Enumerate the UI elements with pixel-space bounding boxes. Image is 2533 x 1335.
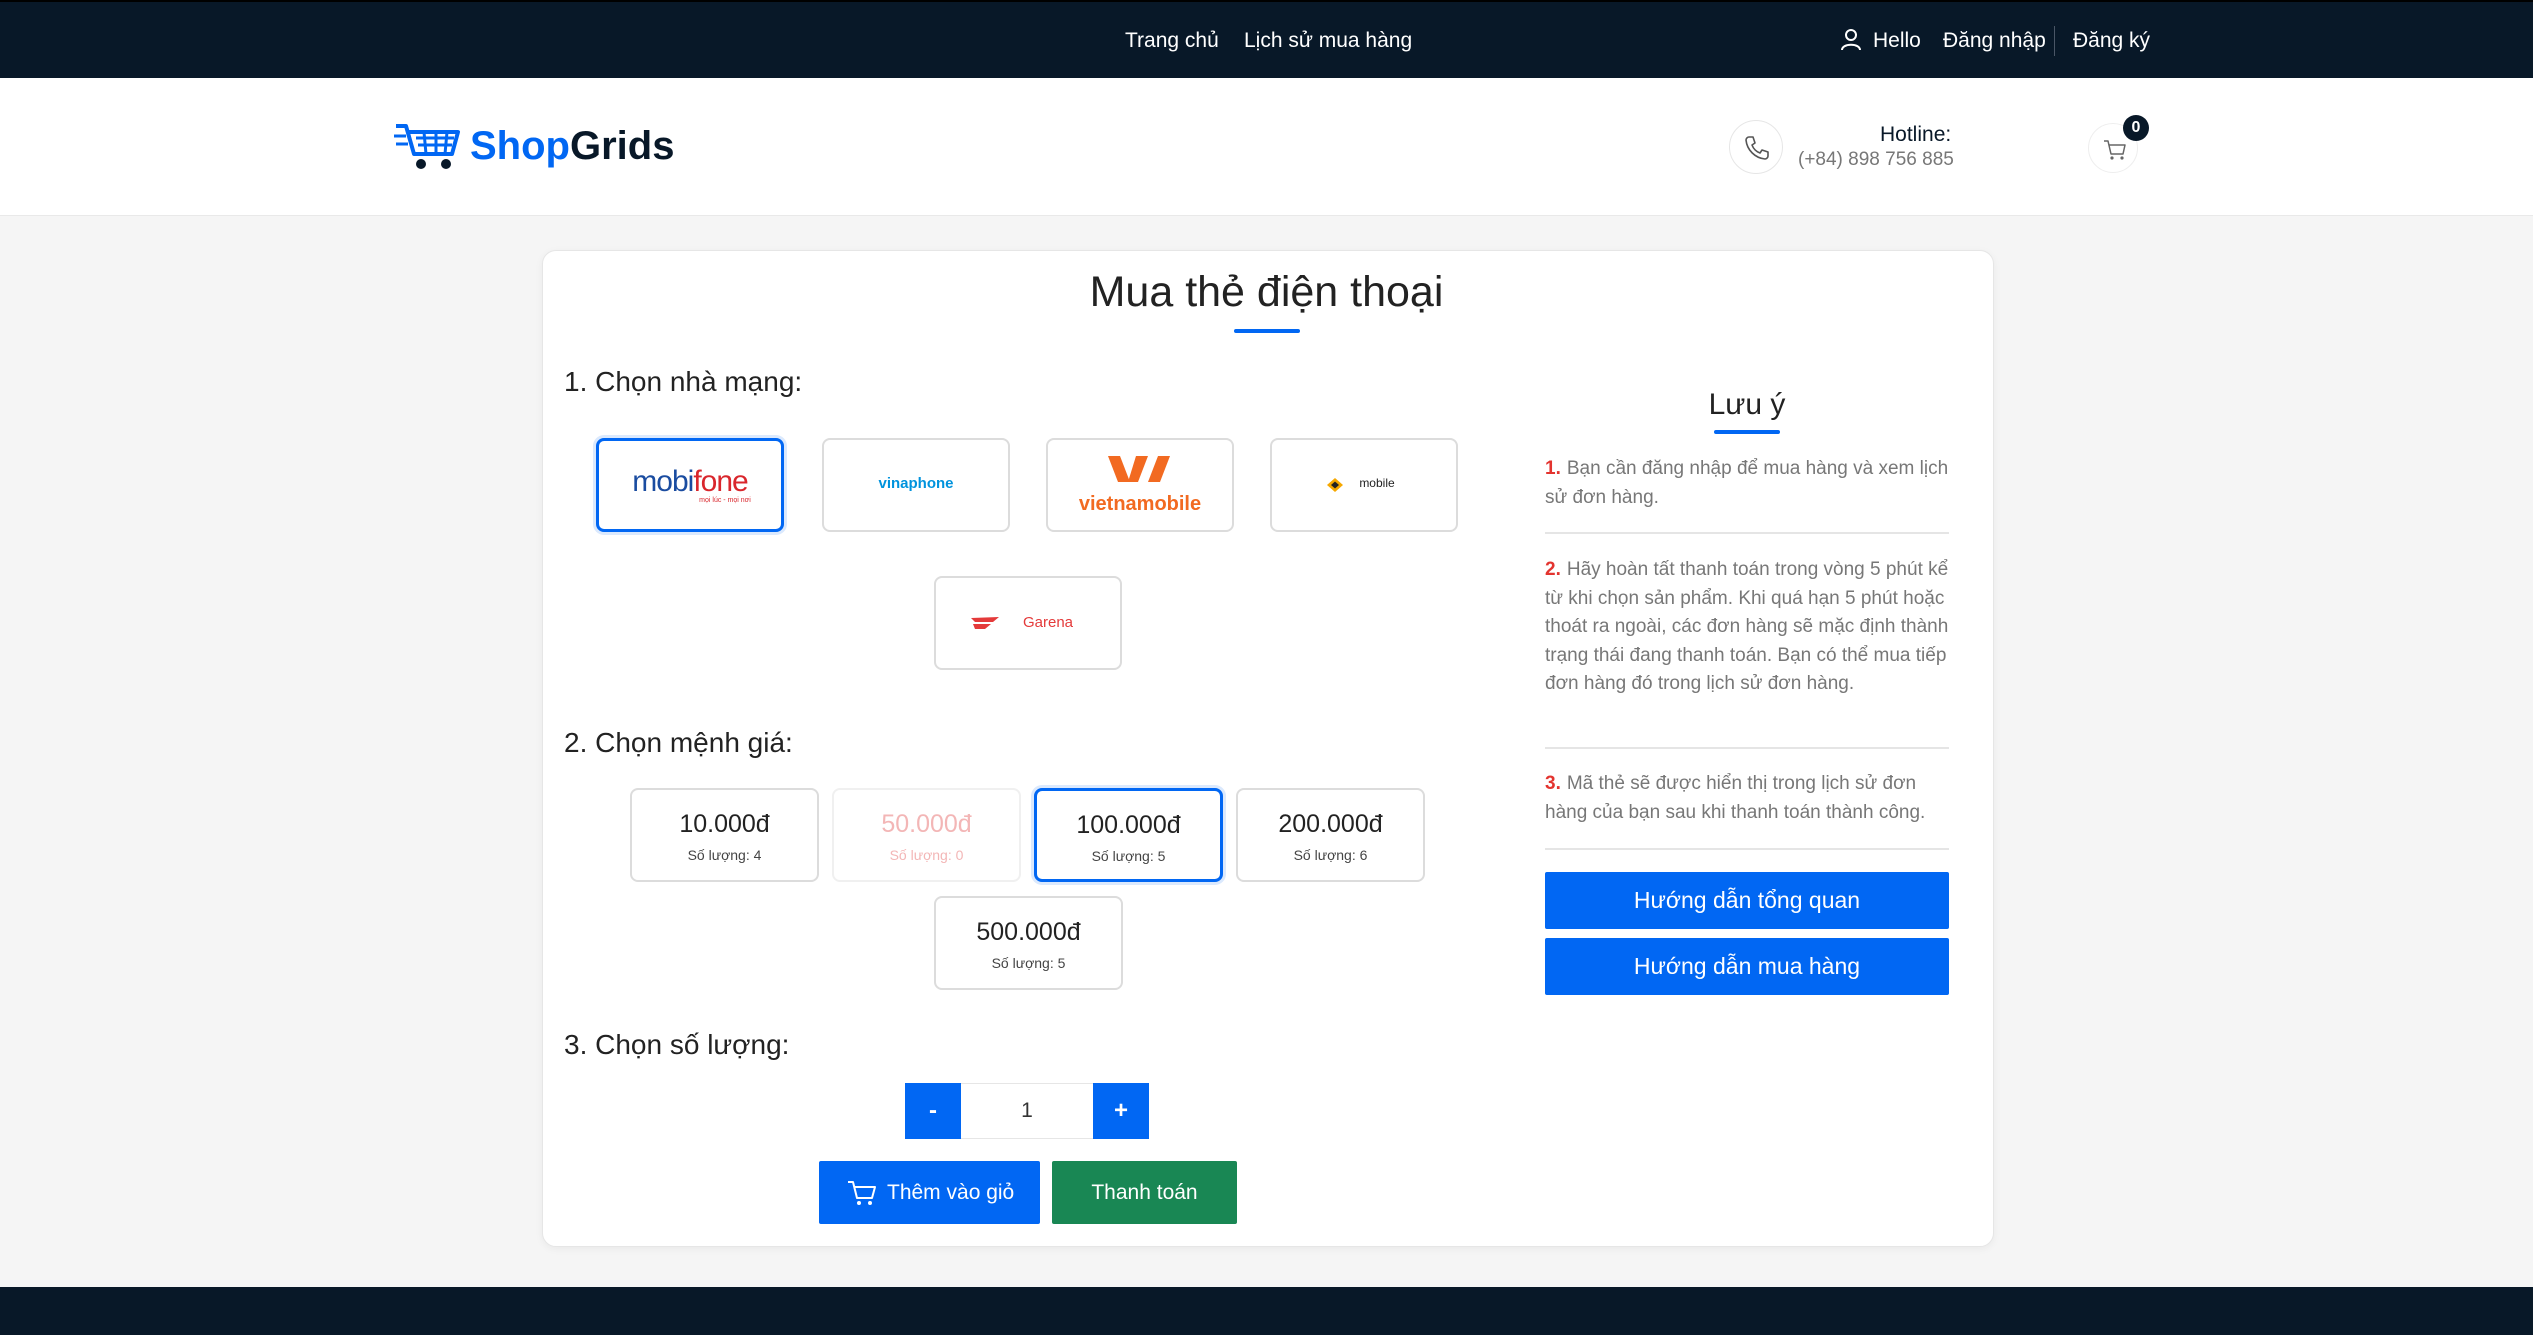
cart-icon <box>848 1181 876 1205</box>
price-amount: 100.000đ <box>1076 811 1181 839</box>
checkout-button[interactable]: Thanh toán <box>1052 1161 1237 1224</box>
cart-logo-icon[interactable] <box>394 118 464 172</box>
notes-underline <box>1714 430 1780 434</box>
add-to-cart-label: Thêm vào giỏ <box>887 1181 1015 1204</box>
note-divider <box>1545 848 1949 850</box>
note-text: Bạn cần đăng nhập để mua hàng và xem lịc… <box>1545 458 1949 508</box>
note-number: 1. <box>1545 458 1561 479</box>
network-gmobile[interactable]: mobile <box>1270 438 1458 532</box>
divider <box>2054 26 2055 56</box>
price-quantity: Số lượng: 5 <box>1091 848 1166 864</box>
note-number: 2. <box>1545 559 1561 580</box>
price-amount: 10.000đ <box>679 810 770 838</box>
hello-text: Hello <box>1873 29 1921 52</box>
title-underline <box>1234 329 1300 333</box>
note-text: Hãy hoàn tất thanh toán trong vòng 5 phú… <box>1545 559 1949 694</box>
network-mobifone[interactable]: mobifone mọi lúc - mọi nơi <box>596 438 784 532</box>
vinaphone-logo: vinaphone <box>878 475 954 492</box>
price-option-200000[interactable]: 200.000đ Số lượng: 6 <box>1236 788 1425 882</box>
note-text: Mã thẻ sẽ được hiển thị trong lịch sử đơ… <box>1545 773 1926 823</box>
register-link[interactable]: Đăng ký <box>2073 29 2150 53</box>
guide-overview-button[interactable]: Hướng dẫn tổng quan <box>1545 872 1949 929</box>
note-divider <box>1545 532 1949 534</box>
mobifone-logo: mobifone <box>632 465 748 498</box>
step3-label: 3. Chọn số lượng: <box>564 1029 790 1060</box>
step2-label: 2. Chọn mệnh giá: <box>564 727 793 758</box>
user-icon <box>1841 29 1861 51</box>
price-amount: 200.000đ <box>1278 810 1383 838</box>
vietnamobile-logo: vietnamobile <box>1078 493 1202 515</box>
garena-logo: Garena <box>1022 614 1074 631</box>
price-option-50000: 50.000đ Số lượng: 0 <box>832 788 1021 882</box>
note-number: 3. <box>1545 773 1561 794</box>
price-amount: 50.000đ <box>881 810 972 838</box>
network-vinaphone[interactable]: vinaphone <box>822 438 1010 532</box>
price-option-500000[interactable]: 500.000đ Số lượng: 5 <box>934 896 1123 990</box>
hotline-label: Hotline: <box>1880 123 1952 146</box>
top-bar: Trang chủ Lịch sử mua hàng Hello Đăng nh… <box>0 0 2533 78</box>
price-option-10000[interactable]: 10.000đ Số lượng: 4 <box>630 788 819 882</box>
logo-grids-text: Grids <box>569 124 675 168</box>
quantity-decrease-button[interactable]: - <box>905 1083 961 1139</box>
add-to-cart-button[interactable]: Thêm vào giỏ <box>819 1161 1040 1224</box>
note-item-2: 2. Hãy hoàn tất thanh toán trong vòng 5 p… <box>1545 556 1949 699</box>
note-item-3: 3. Mã thẻ sẽ được hiển thị trong lịch sử … <box>1545 770 1949 827</box>
guide-buy-button[interactable]: Hướng dẫn mua hàng <box>1545 938 1949 995</box>
quantity-input[interactable] <box>961 1083 1093 1139</box>
price-quantity: Số lượng: 0 <box>889 847 964 863</box>
price-option-100000[interactable]: 100.000đ Số lượng: 5 <box>1034 788 1223 882</box>
logo[interactable]: ShopGrids <box>470 124 674 169</box>
note-divider <box>1545 747 1949 749</box>
nav-history-link[interactable]: Lịch sử mua hàng <box>1244 29 1412 53</box>
gmobile-logo: mobile <box>1359 476 1395 490</box>
step1-label: 1. Chọn nhà mạng: <box>564 366 803 397</box>
price-amount: 500.000đ <box>976 918 1081 946</box>
mobifone-tagline: mọi lúc - mọi nơi <box>699 497 751 504</box>
hotline-number: (+84) 898 756 885 <box>1798 149 1954 170</box>
nav-home-link[interactable]: Trang chủ <box>1125 29 1219 53</box>
login-link[interactable]: Đăng nhập <box>1943 29 2046 53</box>
note-item-1: 1. Bạn cần đăng nhập để mua hàng và xem l… <box>1545 455 1949 512</box>
footer <box>0 1287 2533 1335</box>
price-quantity: Số lượng: 6 <box>1293 847 1368 863</box>
phone-icon <box>1729 120 1783 174</box>
cart-count-badge: 0 <box>2123 115 2149 141</box>
vietnamobile-mark-icon <box>1108 456 1170 482</box>
page-title: Mua thẻ điện thoại <box>1089 268 1444 316</box>
header: ShopGrids Hotline: (+84) 898 756 885 0 <box>0 78 2533 216</box>
notes-title: Lưu ý <box>1708 388 1786 421</box>
logo-shop-text: Shop <box>470 124 570 168</box>
network-vietnamobile[interactable]: vietnamobile <box>1046 438 1234 532</box>
network-garena[interactable]: Garena <box>934 576 1122 670</box>
quantity-increase-button[interactable]: + <box>1093 1083 1149 1139</box>
price-quantity: Số lượng: 5 <box>991 955 1066 971</box>
price-quantity: Số lượng: 4 <box>687 847 762 863</box>
